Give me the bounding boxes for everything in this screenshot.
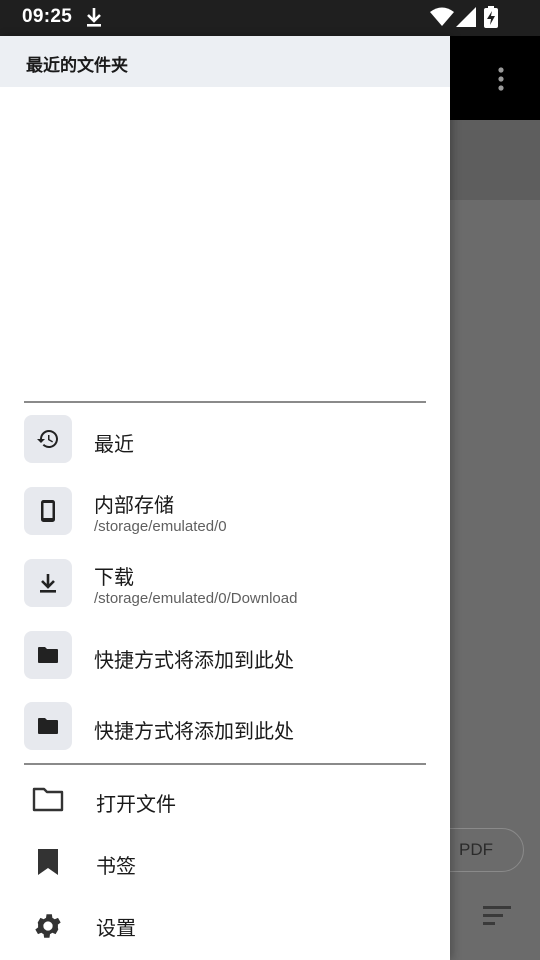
location-label: 最近 xyxy=(94,432,134,456)
location-path: /storage/emulated/0/Download xyxy=(94,590,298,607)
location-label: 内部存储 xyxy=(94,493,174,517)
more-vert-icon[interactable] xyxy=(490,64,512,94)
menu-label: 设置 xyxy=(96,916,136,940)
drawer-divider-bottom xyxy=(24,763,426,765)
menu-item-settings[interactable]: 设置 xyxy=(0,898,450,954)
location-item-download[interactable]: 下载 /storage/emulated/0/Download xyxy=(0,559,450,623)
wifi-icon xyxy=(430,7,454,31)
location-item-shortcut-placeholder[interactable]: 快捷方式将添加到此处 xyxy=(0,702,450,766)
bookmark-icon xyxy=(36,848,60,880)
download-icon xyxy=(84,6,104,32)
pdf-chip-label: PDF xyxy=(459,840,493,859)
signal-icon xyxy=(456,7,476,31)
location-path: /storage/emulated/0 xyxy=(94,518,227,535)
sort-icon[interactable] xyxy=(480,904,514,928)
drawer-header: 最近的文件夹 xyxy=(0,36,450,87)
menu-label: 书签 xyxy=(96,854,136,878)
menu-label: 打开文件 xyxy=(96,792,176,816)
folder-icon xyxy=(24,631,72,679)
gear-icon xyxy=(32,910,64,946)
download-icon xyxy=(24,559,72,607)
location-item-internal-storage[interactable]: 内部存储 /storage/emulated/0 xyxy=(0,487,450,551)
location-label: 快捷方式将添加到此处 xyxy=(94,648,294,672)
location-label: 快捷方式将添加到此处 xyxy=(94,719,294,743)
location-item-recent[interactable]: 最近 xyxy=(0,415,450,479)
menu-item-bookmarks[interactable]: 书签 xyxy=(0,836,450,892)
folder-icon xyxy=(24,702,72,750)
drawer-divider-top xyxy=(24,401,426,403)
phone-icon xyxy=(24,487,72,535)
location-item-shortcut-placeholder[interactable]: 快捷方式将添加到此处 xyxy=(0,631,450,695)
navigation-drawer: 最近的文件夹 最近 内部存储 /storage/emulated/0 下载 /s… xyxy=(0,36,450,960)
status-time: 09:25 xyxy=(22,6,73,27)
location-label: 下载 xyxy=(94,565,134,589)
battery-charging-icon xyxy=(484,6,498,32)
history-icon xyxy=(24,415,72,463)
drawer-title: 最近的文件夹 xyxy=(26,56,128,76)
folder-outline-icon xyxy=(32,786,64,816)
menu-item-open-file[interactable]: 打开文件 xyxy=(0,774,450,830)
status-bar: 09:25 xyxy=(0,0,540,36)
